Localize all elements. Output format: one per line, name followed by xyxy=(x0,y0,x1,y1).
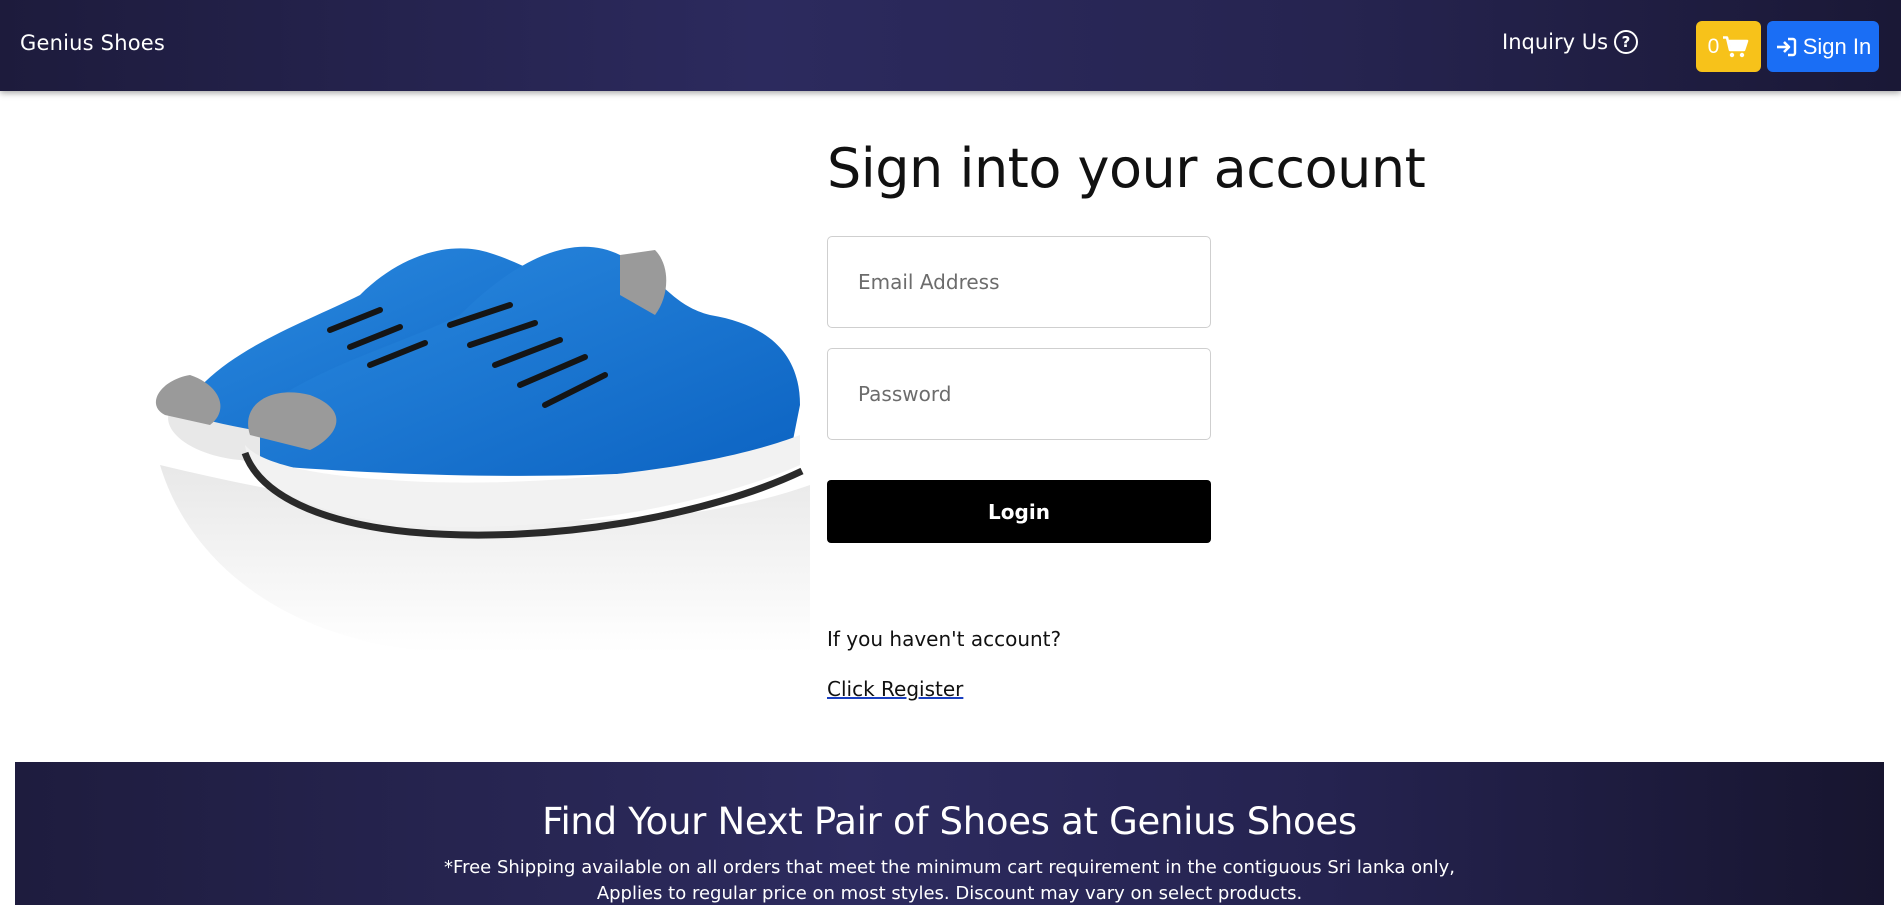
register-link[interactable]: Click Register xyxy=(827,677,963,701)
inquiry-label: Inquiry Us xyxy=(1502,30,1609,54)
email-field[interactable] xyxy=(827,236,1211,328)
banner-text-line1: *Free Shipping available on all orders t… xyxy=(444,857,1455,878)
shopping-cart-icon xyxy=(1723,35,1749,57)
sign-in-icon xyxy=(1776,37,1796,56)
password-field[interactable] xyxy=(827,348,1211,440)
sign-in-button[interactable]: Sign In xyxy=(1767,21,1879,72)
promo-banner: Find Your Next Pair of Shoes at Genius S… xyxy=(15,762,1884,905)
inquiry-link[interactable]: Inquiry Us ? xyxy=(1502,30,1639,54)
cart-count: 0 xyxy=(1707,34,1720,58)
no-account-text: If you haven't account? xyxy=(827,627,1062,651)
banner-title: Find Your Next Pair of Shoes at Genius S… xyxy=(542,800,1357,843)
brand-logo[interactable]: Genius Shoes xyxy=(20,31,165,55)
banner-text-line2: Applies to regular price on most styles.… xyxy=(596,883,1303,904)
cart-button[interactable]: 0 xyxy=(1696,21,1761,72)
navbar: Genius Shoes Inquiry Us ? 0 Sign In xyxy=(0,0,1901,91)
login-button[interactable]: Login xyxy=(827,480,1211,543)
question-circle-icon: ? xyxy=(1614,30,1639,54)
sign-in-label: Sign In xyxy=(1802,33,1872,59)
shoe-image xyxy=(155,246,810,653)
page-title: Sign into your account xyxy=(827,137,1426,200)
